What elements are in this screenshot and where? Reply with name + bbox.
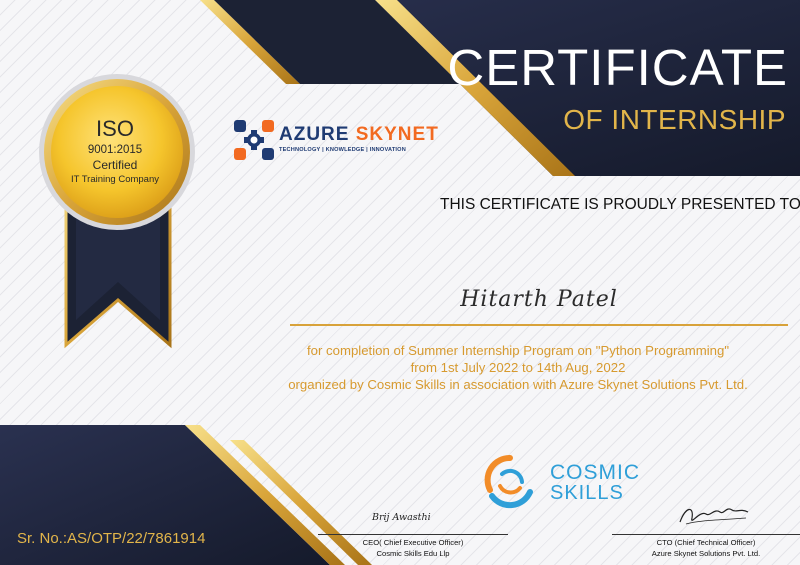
- cosmic-skills-logo-icon: [484, 454, 533, 509]
- azure-skynet-wordmark: AZURE SKYNET: [279, 124, 439, 146]
- certificate: ISO 9001:2015 Certified IT Training Comp…: [0, 0, 800, 565]
- azure-skynet-logo-icon: [234, 120, 274, 160]
- body-line: for completion of Summer Internship Prog…: [306, 343, 730, 358]
- body-line: from 1st July 2022 to 14th Aug, 2022: [410, 360, 626, 375]
- certificate-title: CERTIFICATE: [447, 39, 788, 96]
- seal-certified: Certified: [92, 158, 138, 172]
- ceo-organization: Cosmic Skills Edu Llp: [376, 549, 450, 558]
- ceo-signature: Brij Awasthi: [372, 512, 431, 523]
- certificate-body: for completion of Summer Internship Prog…: [268, 342, 768, 393]
- azure-wordmark-part1: AZURE: [279, 124, 350, 145]
- body-line: organized by Cosmic Skills in associatio…: [288, 377, 748, 392]
- cto-signature-line: [612, 534, 800, 535]
- seal-company-type: IT Training Company: [70, 174, 159, 185]
- seal-iso: ISO: [96, 116, 134, 141]
- azure-tagline: TECHNOLOGY | KNOWLEDGE | INNOVATION: [279, 147, 406, 153]
- presented-to-text: THIS CERTIFICATE IS PROUDLY PRESENTED TO: [440, 196, 800, 213]
- certificate-subtitle: OF INTERNSHIP: [563, 104, 786, 135]
- seal-standard: 9001:2015: [87, 144, 143, 156]
- azure-wordmark-part2: SKYNET: [355, 124, 439, 145]
- ceo-signature-line: [318, 534, 508, 535]
- name-underline: [290, 324, 788, 326]
- serial-number: Sr. No.:AS/OTP/22/7861914: [17, 530, 206, 547]
- cosmic-wordmark-line2: SKILLS: [550, 482, 624, 504]
- ceo-title: CEO( Chief Executive Officer): [362, 538, 464, 547]
- cto-organization: Azure Skynet Solutions Pvt. Ltd.: [651, 549, 761, 558]
- cto-title: CTO (Chief Technical Officer): [656, 538, 756, 547]
- recipient-name: Hitarth Patel: [460, 287, 618, 312]
- cto-signature: [679, 508, 749, 525]
